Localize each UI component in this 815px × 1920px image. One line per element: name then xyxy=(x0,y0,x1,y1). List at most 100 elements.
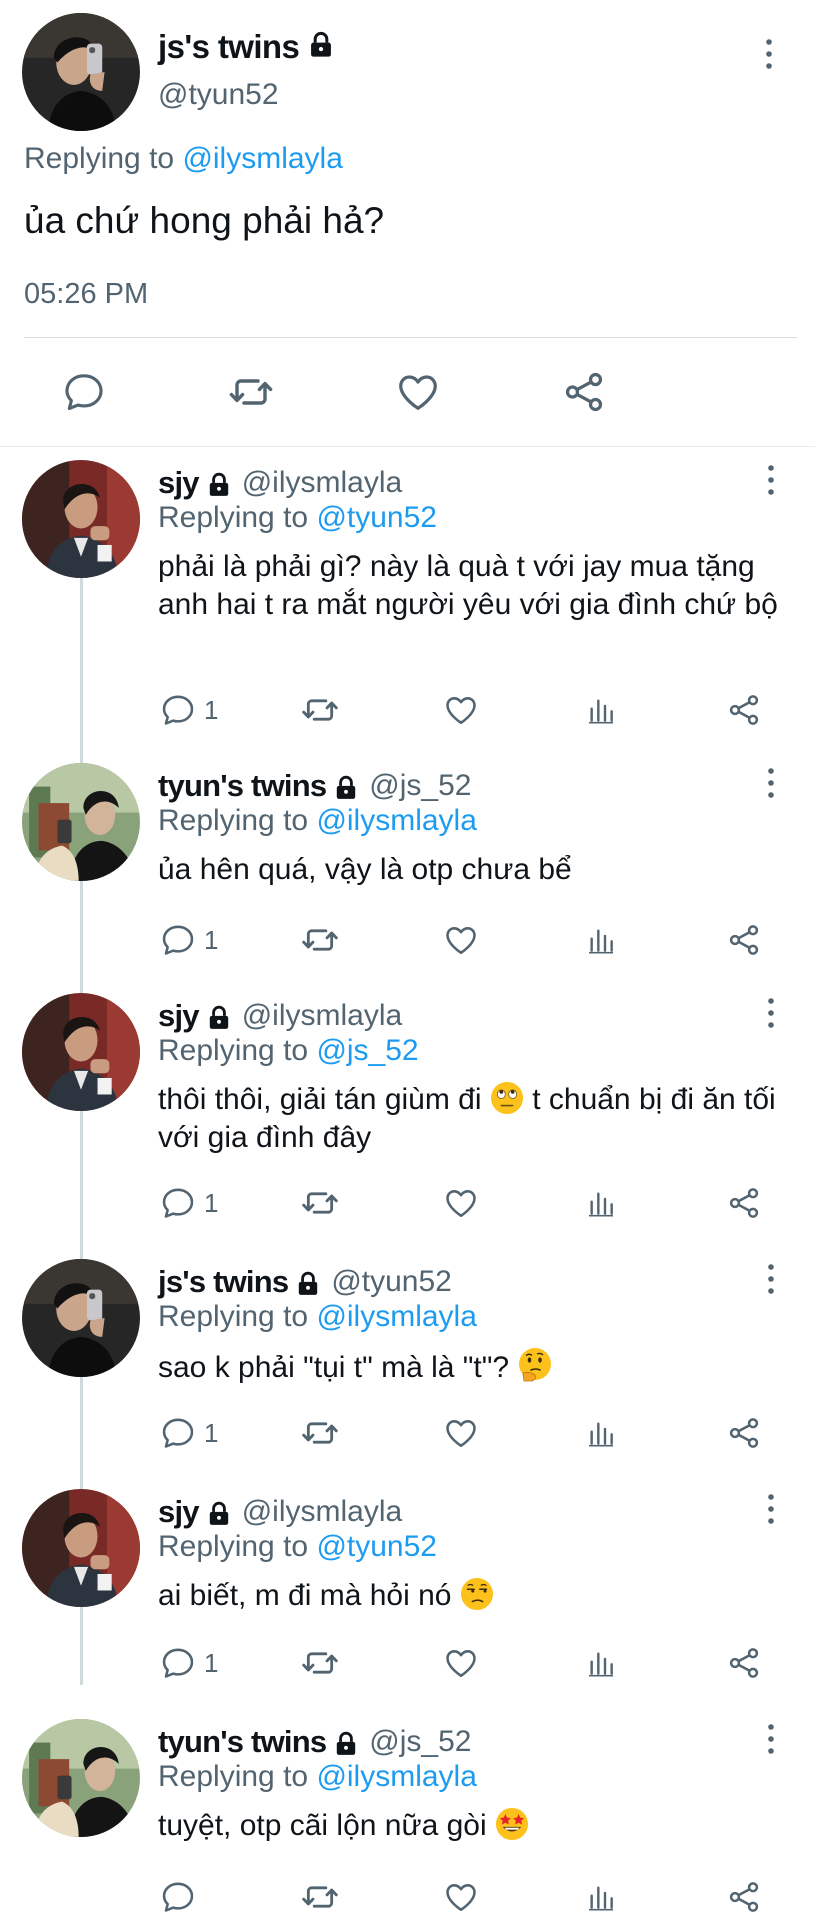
replying-to-link[interactable]: @js_52 xyxy=(316,1034,418,1067)
user-handle[interactable]: @ilysmlayla xyxy=(242,999,402,1033)
tweet-text: thôi thôi, giải tán giùm đi t chuẩn bị đ… xyxy=(158,1081,788,1157)
tweet-header: js's twins @tyun52 xyxy=(158,1264,452,1300)
tweet-header: tyun's twins @js_52 xyxy=(158,1724,471,1760)
replying-to-label: Replying to xyxy=(158,1300,317,1333)
reply-count: 1 xyxy=(204,694,219,725)
avatar[interactable] xyxy=(22,1259,140,1377)
display-name[interactable]: tyun's twins xyxy=(158,768,327,804)
reply-tweet[interactable]: js's twins @tyun52 Replying to @ilysmlay… xyxy=(0,1259,815,1509)
more-options-icon[interactable] xyxy=(758,1719,784,1759)
reply-button[interactable]: 1 xyxy=(160,688,218,732)
tweet-text: ủa hên quá, vậy là otp chưa bể xyxy=(158,853,572,886)
display-name[interactable]: tyun's twins xyxy=(158,1724,327,1760)
lock-icon xyxy=(206,472,232,498)
tweet-timestamp[interactable]: 05:26 PM xyxy=(24,278,148,311)
reply-tweet[interactable]: sjy @ilysmlayla Replying to @tyun52 phải… xyxy=(0,460,815,710)
user-handle[interactable]: @tyun52 xyxy=(331,1265,452,1299)
stats-button[interactable] xyxy=(585,688,617,732)
like-button[interactable] xyxy=(443,1181,479,1225)
more-options-icon[interactable] xyxy=(758,1259,784,1299)
replying-to-link[interactable]: @ilysmlayla xyxy=(316,1300,476,1333)
display-name[interactable]: sjy xyxy=(158,465,199,501)
avatar[interactable] xyxy=(22,13,140,131)
stats-button[interactable] xyxy=(585,918,617,962)
stats-icon xyxy=(585,924,617,956)
more-options-icon[interactable] xyxy=(758,460,784,500)
avatar[interactable] xyxy=(22,1489,140,1607)
replying-to-link[interactable]: @ilysmlayla xyxy=(182,142,342,175)
avatar[interactable] xyxy=(22,460,140,578)
tweet-text-part: tuyệt, otp cãi lộn nữa gòi xyxy=(158,1809,495,1842)
reply-tweet[interactable]: sjy @ilysmlayla Replying to @js_52 thôi … xyxy=(0,993,815,1243)
replying-to: Replying to @js_52 xyxy=(158,1034,419,1068)
reply-tweet[interactable]: sjy @ilysmlayla Replying to @tyun52 ai b… xyxy=(0,1489,815,1739)
retweet-button[interactable] xyxy=(300,1411,340,1455)
display-name[interactable]: sjy xyxy=(158,998,199,1034)
stats-button[interactable] xyxy=(585,1875,617,1919)
lock-icon xyxy=(206,1005,232,1031)
avatar[interactable] xyxy=(22,1719,140,1837)
avatar[interactable] xyxy=(22,763,140,881)
like-icon xyxy=(443,1645,479,1681)
display-name[interactable]: js's twins xyxy=(158,1264,289,1300)
replying-to-link[interactable]: @tyun52 xyxy=(316,1530,437,1563)
reply-button[interactable]: 1 xyxy=(160,1641,218,1685)
share-button[interactable] xyxy=(726,1875,762,1919)
user-handle[interactable]: @js_52 xyxy=(369,769,471,803)
share-icon xyxy=(726,1185,762,1221)
reply-tweet[interactable]: tyun's twins @js_52 Replying to @ilysmla… xyxy=(0,1719,815,1920)
tweet-text-part: sao k phải "tụi t" mà là "t"? xyxy=(158,1351,518,1384)
replying-to: Replying to @tyun52 xyxy=(158,1530,437,1564)
like-icon xyxy=(395,369,441,415)
like-button[interactable] xyxy=(443,1411,479,1455)
like-button[interactable] xyxy=(392,366,444,418)
user-handle[interactable]: @ilysmlayla xyxy=(242,1495,402,1529)
share-button[interactable] xyxy=(558,366,610,418)
reply-button[interactable] xyxy=(58,366,110,418)
reply-button[interactable]: 1 xyxy=(160,1181,218,1225)
retweet-button[interactable] xyxy=(300,688,340,732)
retweet-button[interactable] xyxy=(225,366,277,418)
like-button[interactable] xyxy=(443,1875,479,1919)
stats-button[interactable] xyxy=(585,1411,617,1455)
more-options-icon[interactable] xyxy=(758,763,784,803)
reply-button[interactable]: 1 xyxy=(160,1411,218,1455)
replying-to-link[interactable]: @ilysmlayla xyxy=(316,1760,476,1793)
retweet-button[interactable] xyxy=(300,1641,340,1685)
reply-icon xyxy=(160,692,196,728)
share-button[interactable] xyxy=(726,688,762,732)
like-button[interactable] xyxy=(443,918,479,962)
retweet-button[interactable] xyxy=(300,1875,340,1919)
tweet-actions: 1 xyxy=(0,1181,815,1225)
stats-icon xyxy=(585,1417,617,1449)
like-button[interactable] xyxy=(443,1641,479,1685)
retweet-icon xyxy=(300,1643,340,1683)
reply-button[interactable] xyxy=(160,1875,204,1919)
stats-button[interactable] xyxy=(585,1181,617,1225)
tweet-header: tyun's twins @js_52 xyxy=(158,768,471,804)
display-name-text[interactable]: js's twins xyxy=(158,28,300,66)
user-handle[interactable]: @ilysmlayla xyxy=(242,466,402,500)
more-options-icon[interactable] xyxy=(754,34,784,74)
share-button[interactable] xyxy=(726,1181,762,1225)
replying-to-link[interactable]: @tyun52 xyxy=(316,501,437,534)
more-options-icon[interactable] xyxy=(758,993,784,1033)
retweet-button[interactable] xyxy=(300,918,340,962)
like-button[interactable] xyxy=(443,688,479,732)
share-button[interactable] xyxy=(726,918,762,962)
share-button[interactable] xyxy=(726,1411,762,1455)
display-name[interactable]: sjy xyxy=(158,1494,199,1530)
more-options-icon[interactable] xyxy=(758,1489,784,1529)
user-handle[interactable]: @tyun52 xyxy=(158,78,279,112)
reply-tweet[interactable]: tyun's twins @js_52 Replying to @ilysmla… xyxy=(0,763,815,1013)
stats-button[interactable] xyxy=(585,1641,617,1685)
replying-to-link[interactable]: @ilysmlayla xyxy=(316,804,476,837)
share-button[interactable] xyxy=(726,1641,762,1685)
tweet-text-part: ai biết, m đi mà hỏi nó xyxy=(158,1579,460,1612)
reply-button[interactable]: 1 xyxy=(160,918,218,962)
avatar[interactable] xyxy=(22,993,140,1111)
retweet-button[interactable] xyxy=(300,1181,340,1225)
user-handle[interactable]: @js_52 xyxy=(369,1725,471,1759)
display-name[interactable]: js's twins xyxy=(158,28,335,66)
tweet-header: sjy @ilysmlayla xyxy=(158,1494,402,1530)
